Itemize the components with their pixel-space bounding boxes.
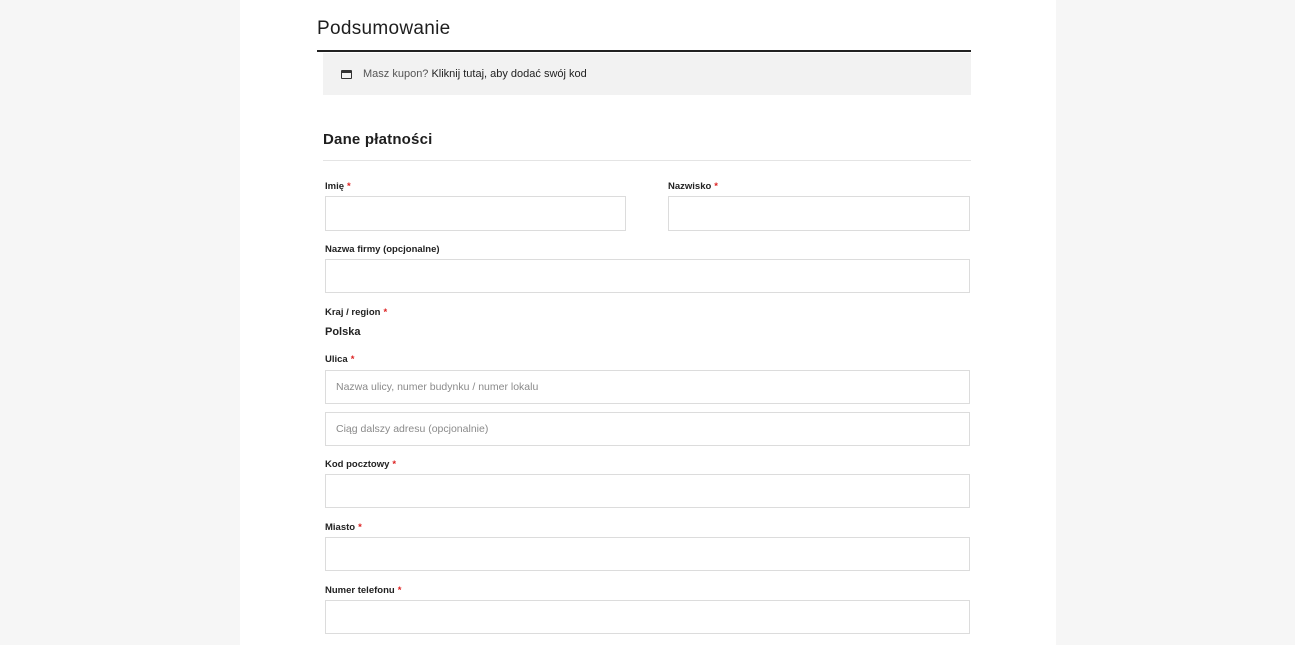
phone-input[interactable]: [325, 600, 970, 634]
required-marker: *: [358, 522, 362, 533]
city-label: Miasto *: [325, 522, 362, 533]
company-label: Nazwa firmy (opcjonalne): [325, 244, 440, 255]
street-address-input[interactable]: [325, 370, 970, 404]
last-name-label: Nazwisko *: [668, 181, 718, 192]
country-value: Polska: [325, 326, 361, 338]
company-label-text: Nazwa firmy (opcjonalne): [325, 244, 440, 255]
title-divider: [317, 50, 971, 52]
last-name-label-text: Nazwisko: [668, 181, 712, 192]
checkout-page: Podsumowanie Masz kupon? Kliknij tutaj, …: [240, 0, 1056, 645]
billing-section-title: Dane płatności: [323, 131, 433, 148]
street-label-text: Ulica: [325, 354, 348, 365]
required-marker: *: [397, 585, 402, 596]
required-marker: *: [392, 459, 397, 470]
section-divider: [323, 160, 971, 161]
coupon-text: Masz kupon?: [363, 68, 429, 80]
required-marker: *: [714, 181, 718, 192]
country-label: Kraj / region *: [325, 307, 387, 318]
last-name-input[interactable]: [668, 196, 970, 231]
required-marker: *: [347, 181, 351, 192]
postcode-label: Kod pocztowy *: [325, 459, 396, 470]
city-label-text: Miasto: [325, 522, 356, 533]
phone-label: Numer telefonu *: [325, 585, 401, 596]
first-name-label: Imię *: [325, 181, 351, 192]
coupon-link[interactable]: Kliknij tutaj, aby dodać swój kod: [431, 68, 586, 80]
page-title: Podsumowanie: [317, 18, 451, 39]
street-address-2-input[interactable]: [325, 412, 970, 446]
postcode-input[interactable]: [325, 474, 970, 508]
first-name-label-text: Imię: [325, 181, 345, 192]
company-input[interactable]: [325, 259, 970, 293]
coupon-notice: Masz kupon? Kliknij tutaj, aby dodać swó…: [323, 53, 971, 95]
city-input[interactable]: [325, 537, 970, 571]
first-name-input[interactable]: [325, 196, 626, 231]
postcode-label-text: Kod pocztowy: [325, 459, 390, 470]
required-marker: *: [350, 354, 355, 365]
country-label-text: Kraj / region: [325, 307, 381, 318]
required-marker: *: [383, 307, 388, 318]
street-label: Ulica *: [325, 354, 354, 365]
coupon-icon: [341, 69, 352, 79]
phone-label-text: Numer telefonu: [325, 585, 395, 596]
